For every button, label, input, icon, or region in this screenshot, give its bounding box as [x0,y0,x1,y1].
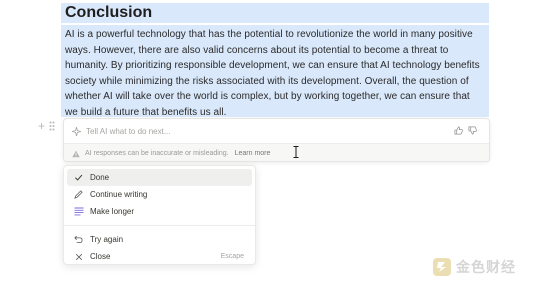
menu-item-close[interactable]: Close Escape [67,248,252,265]
menu-item-label: Make longer [90,207,135,216]
menu-item-continue-writing[interactable]: Continue writing [67,186,252,203]
pen-icon [73,189,84,200]
ai-disclaimer: AI responses can be inaccurate or mislea… [64,143,489,161]
drag-handle-icon[interactable] [49,121,55,131]
menu-item-try-again[interactable]: Try again [67,231,252,248]
ai-input-row [64,119,489,143]
disclaimer-text: AI responses can be inaccurate or mislea… [85,150,229,157]
undo-icon [73,234,84,245]
ai-action-menu: Done Continue writing Make longer Try ag… [63,165,256,265]
menu-item-done[interactable]: Done [67,169,252,186]
menu-item-label: Close [90,252,111,261]
menu-item-make-longer[interactable]: Make longer [67,203,252,220]
menu-divider [64,225,255,226]
learn-more-link[interactable]: Learn more [235,150,271,157]
menu-item-label: Continue writing [90,190,148,199]
thumbs-down-icon[interactable] [468,126,477,135]
thumbs-up-icon[interactable] [454,126,463,135]
document-paragraph: AI is a powerful technology that has the… [61,25,489,118]
lines-icon [73,206,84,217]
document-heading: Conclusion [61,3,489,23]
check-icon [73,172,84,183]
menu-item-label: Try again [90,235,124,244]
shortcut-hint: Escape [220,253,244,260]
plus-icon[interactable]: + [38,120,45,132]
menu-item-label: Done [90,173,110,182]
watermark: 金色财经 [432,257,516,277]
sparkle-icon [72,126,81,136]
watermark-text: 金色财经 [456,259,516,275]
feedback-buttons [454,126,477,135]
page: Conclusion AI is a powerful technology t… [0,0,540,289]
watermark-logo-icon [433,258,451,276]
text-cursor-icon [293,146,299,158]
block-handles: + [38,120,60,132]
ai-prompt-input[interactable] [86,126,446,136]
ai-prompt-box: AI responses can be inaccurate or mislea… [63,118,490,162]
warning-icon [72,150,80,157]
close-icon [73,251,84,262]
